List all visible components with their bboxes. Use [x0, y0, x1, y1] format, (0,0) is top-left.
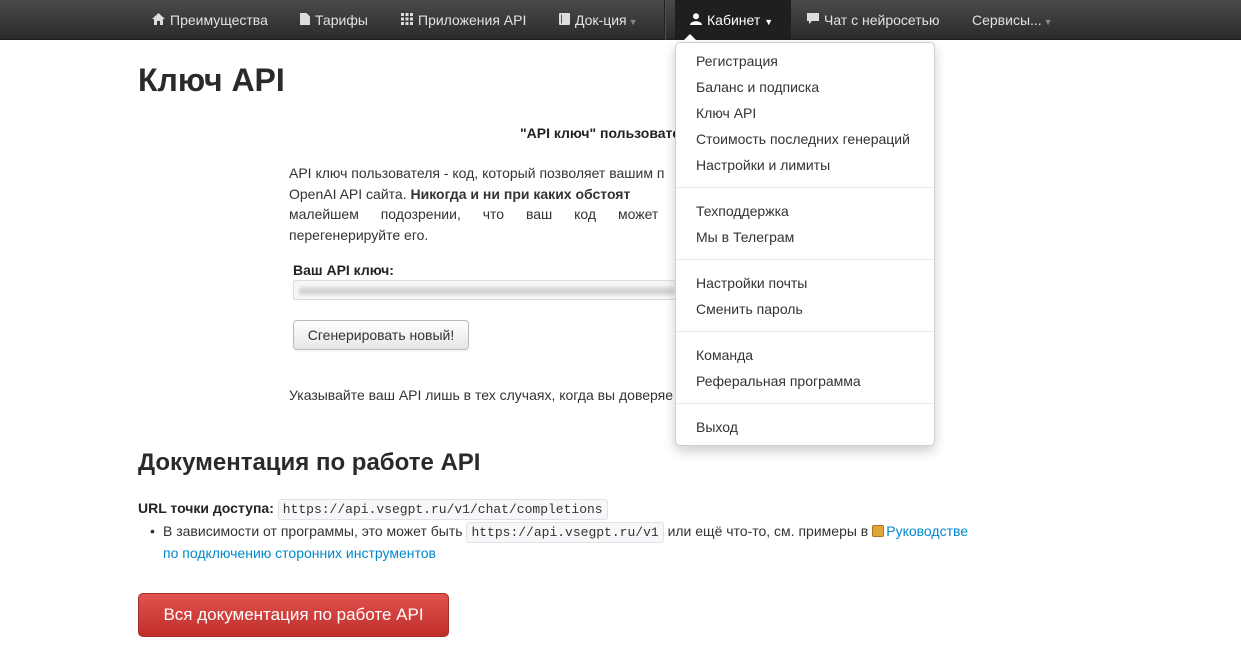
- menu-item-settings-limits[interactable]: Настройки и лимиты: [696, 157, 830, 173]
- guide-link[interactable]: Руководстве: [886, 523, 968, 539]
- all-docs-button[interactable]: Вся документация по работе API: [138, 593, 449, 637]
- nav-docs-label: Док-ция: [575, 12, 627, 28]
- nav-ai-chat-label: Чат с нейросетью: [824, 12, 940, 28]
- menu-item-balance[interactable]: Баланс и подписка: [696, 79, 819, 95]
- menu-item-telegram[interactable]: Мы в Телеграм: [696, 229, 794, 245]
- menu-item-generation-cost[interactable]: Стоимость последних генераций: [696, 131, 910, 147]
- dropdown-pointer: [683, 34, 697, 41]
- file-icon: [300, 1, 310, 41]
- description-warning: Никогда и ни при каких обстоят: [410, 185, 631, 202]
- nav-tariffs[interactable]: Тарифы: [300, 0, 368, 40]
- nav-divider: [664, 0, 665, 40]
- cabinet-dropdown-menu: Регистрация Баланс и подписка Ключ API С…: [675, 42, 935, 446]
- chevron-down-icon: ▼: [764, 17, 774, 27]
- menu-item-support[interactable]: Техподдержка: [696, 203, 789, 219]
- api-key-warning: Указывайте ваш API лишь в тех случаях, к…: [289, 387, 674, 403]
- nav-advantages[interactable]: Преимущества: [152, 0, 268, 40]
- nav-ai-chat[interactable]: Чат с нейросетью: [807, 0, 939, 40]
- bullet-dot: •: [150, 523, 155, 539]
- api-key-label: Ваш API ключ:: [293, 262, 394, 278]
- menu-divider: [677, 259, 933, 260]
- base-url: https://api.vsegpt.ru/v1: [466, 522, 664, 543]
- endpoint-url-label: URL точки доступа:: [138, 500, 274, 516]
- docs-title: Документация по работе API: [138, 449, 481, 476]
- menu-item-team[interactable]: Команда: [696, 347, 753, 363]
- book-icon: [559, 1, 570, 41]
- nav-services-label: Сервисы...: [972, 12, 1042, 28]
- menu-item-mail-settings[interactable]: Настройки почты: [696, 275, 807, 291]
- menu-divider: [677, 403, 933, 404]
- chevron-down-icon: ▼: [1043, 17, 1053, 27]
- endpoint-url-line: URL точки доступа: https://api.vsegpt.ru…: [138, 499, 608, 520]
- api-key-section-title: "API ключ" пользовате: [520, 125, 681, 141]
- guide-link[interactable]: по подключению сторонних инструментов: [163, 545, 436, 561]
- api-key-field[interactable]: [293, 280, 693, 300]
- page-title: Ключ API: [138, 62, 285, 98]
- api-key-description: API ключ пользователя - код, который поз…: [289, 163, 709, 245]
- menu-divider: [677, 187, 933, 188]
- nav-api-apps-label: Приложения API: [418, 12, 527, 28]
- menu-item-logout[interactable]: Выход: [696, 419, 738, 435]
- bullet-text: В зависимости от программы, это может бы…: [163, 523, 463, 539]
- grid-icon: [401, 1, 413, 41]
- nav-services[interactable]: Сервисы... ▼: [972, 0, 1053, 40]
- description-line: перегенерируйте его.: [289, 226, 429, 243]
- bullet-body: В зависимости от программы, это может бы…: [163, 521, 1013, 563]
- description-line: API ключ пользователя - код, который поз…: [289, 165, 665, 181]
- api-key-value-blurred: [299, 286, 674, 296]
- nav-docs[interactable]: Док-ция ▼: [559, 0, 638, 40]
- bullet-text: или ещё что-то, см. примеры в: [667, 523, 869, 539]
- endpoint-url: https://api.vsegpt.ru/v1/chat/completion…: [277, 499, 608, 520]
- menu-item-api-key[interactable]: Ключ API: [696, 105, 756, 121]
- description-text: OpenAI API сайта.: [289, 185, 411, 202]
- chevron-down-icon: ▼: [628, 17, 638, 27]
- nav-tariffs-label: Тарифы: [315, 12, 368, 28]
- description-line: OpenAI API сайта. Никогда и ни при каких…: [289, 184, 709, 205]
- generate-key-button[interactable]: Сгенерировать новый!: [293, 320, 469, 350]
- menu-item-registration[interactable]: Регистрация: [696, 53, 778, 69]
- chat-icon: [807, 1, 819, 41]
- menu-item-referral[interactable]: Реферальная программа: [696, 373, 861, 389]
- nav-api-apps[interactable]: Приложения API: [401, 0, 526, 40]
- top-navbar: Преимущества Тарифы Приложения API Док-ц…: [0, 0, 1241, 40]
- menu-item-change-password[interactable]: Сменить пароль: [696, 301, 803, 317]
- home-icon: [152, 1, 165, 41]
- nav-cabinet-label: Кабинет: [707, 12, 761, 28]
- menu-divider: [677, 331, 933, 332]
- description-line: малейшем подозрении, что ваш код может и…: [289, 206, 696, 222]
- nav-advantages-label: Преимущества: [170, 12, 268, 28]
- package-icon: [872, 525, 885, 537]
